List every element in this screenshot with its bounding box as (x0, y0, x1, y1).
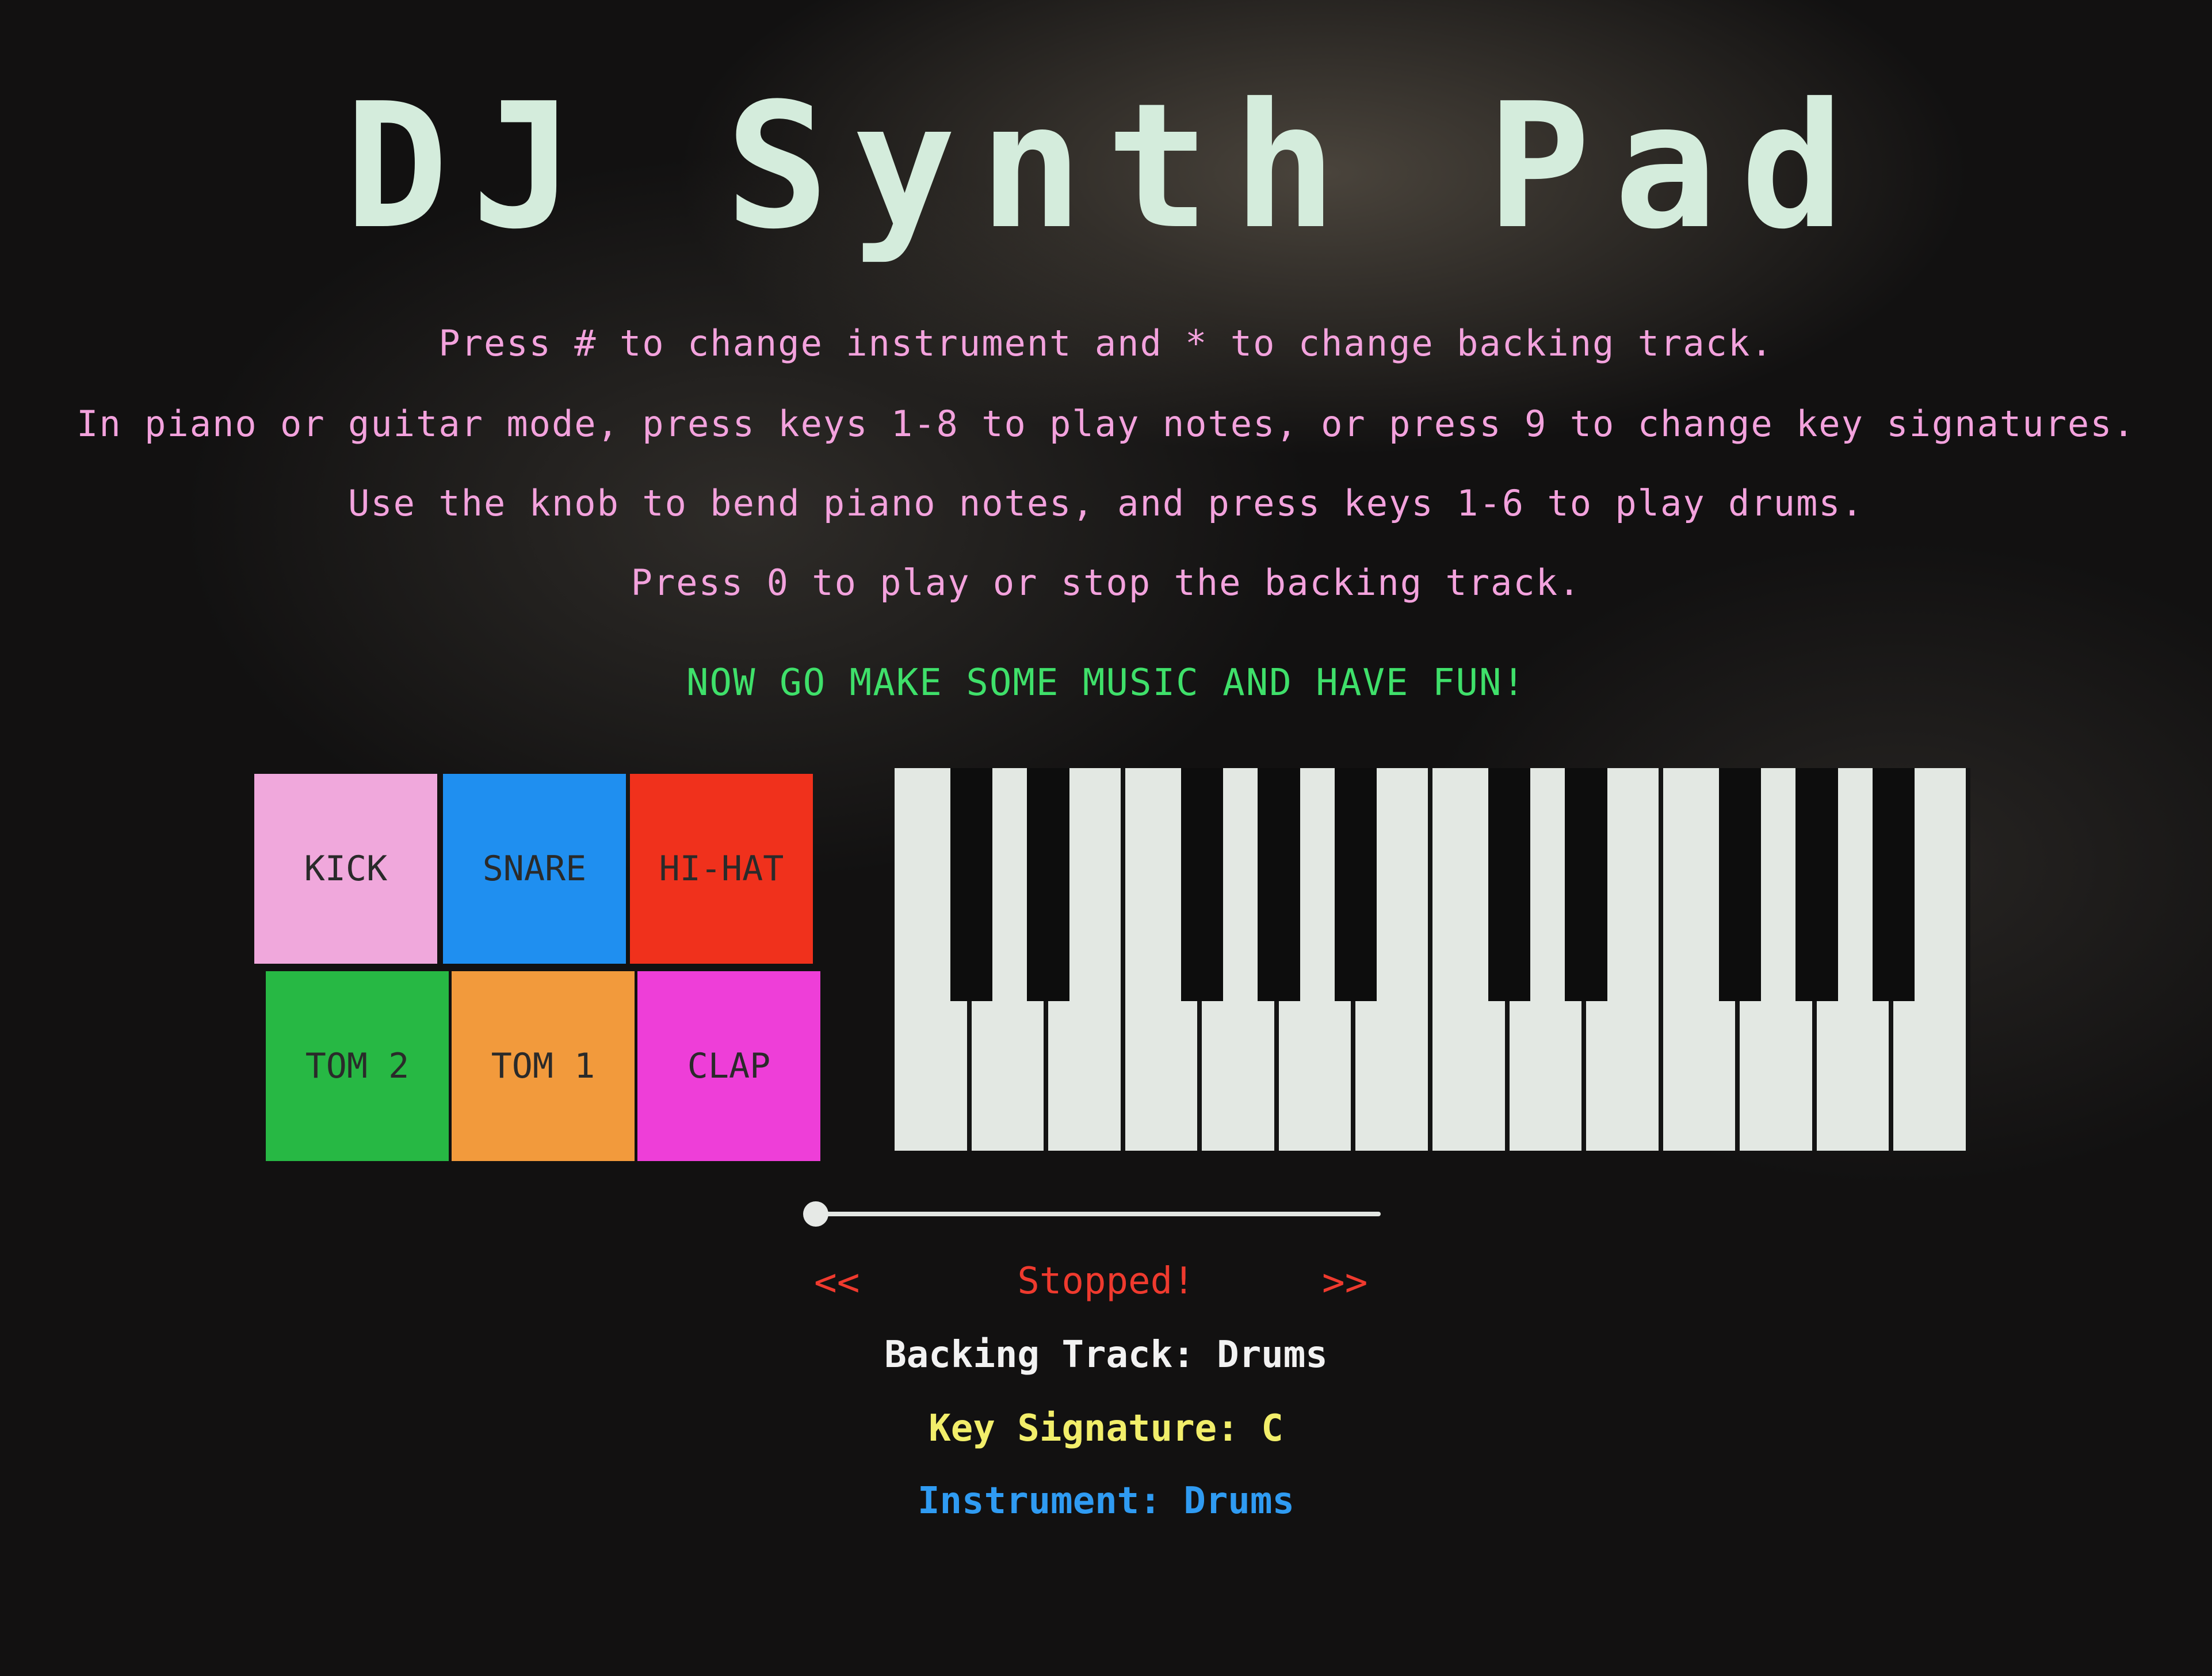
drum-pad-snare[interactable]: SNARE (443, 774, 626, 964)
drum-pad-label: SNARE (482, 849, 587, 889)
piano-black-key[interactable] (1565, 768, 1607, 1001)
drum-pad-label: CLAP (687, 1046, 771, 1086)
drum-pad-tom-2[interactable]: TOM 2 (266, 971, 449, 1161)
drum-pad-label: KICK (304, 849, 388, 889)
playback-status: Stopped! (1017, 1260, 1195, 1303)
backing-track-label: Backing Track: Drums (884, 1334, 1328, 1376)
drum-pad-tom-1[interactable]: TOM 1 (452, 971, 635, 1161)
piano-black-key[interactable] (1334, 768, 1377, 1001)
piano-black-key[interactable] (1027, 768, 1069, 1001)
pitch-bend-slider-thumb[interactable] (803, 1201, 828, 1227)
drum-pad-kick[interactable]: KICK (254, 774, 437, 964)
app-title: DJ Synth Pad (344, 66, 1868, 267)
key-signature-label: Key Signature: C (929, 1407, 1283, 1450)
instruction-line-4: Press 0 to play or stop the backing trac… (631, 562, 1581, 604)
piano-black-key[interactable] (1872, 768, 1915, 1001)
drum-pad-clap[interactable]: CLAP (637, 971, 820, 1161)
instruction-line-1: Press # to change instrument and * to ch… (438, 322, 1774, 364)
instruction-line-3: Use the knob to bend piano notes, and pr… (348, 482, 1864, 524)
piano-keyboard (895, 768, 1970, 1151)
piano-black-key[interactable] (1258, 768, 1300, 1001)
drum-pad-label: HI-HAT (659, 849, 784, 889)
piano-black-key[interactable] (1488, 768, 1531, 1001)
instruction-line-2: In piano or guitar mode, press keys 1-8 … (77, 403, 2135, 445)
piano-black-key[interactable] (1795, 768, 1838, 1001)
piano-black-key[interactable] (1718, 768, 1761, 1001)
piano-black-key[interactable] (950, 768, 993, 1001)
drum-pad-hi-hat[interactable]: HI-HAT (630, 774, 813, 964)
tagline: NOW GO MAKE SOME MUSIC AND HAVE FUN! (686, 662, 1526, 704)
next-track-button[interactable]: >> (1322, 1260, 1367, 1304)
pitch-bend-slider-track[interactable] (816, 1212, 1381, 1216)
instrument-label: Instrument: Drums (917, 1480, 1295, 1522)
drum-pad-label: TOM 2 (305, 1046, 410, 1086)
piano-black-key[interactable] (1181, 768, 1223, 1001)
drum-pad-label: TOM 1 (491, 1046, 595, 1086)
